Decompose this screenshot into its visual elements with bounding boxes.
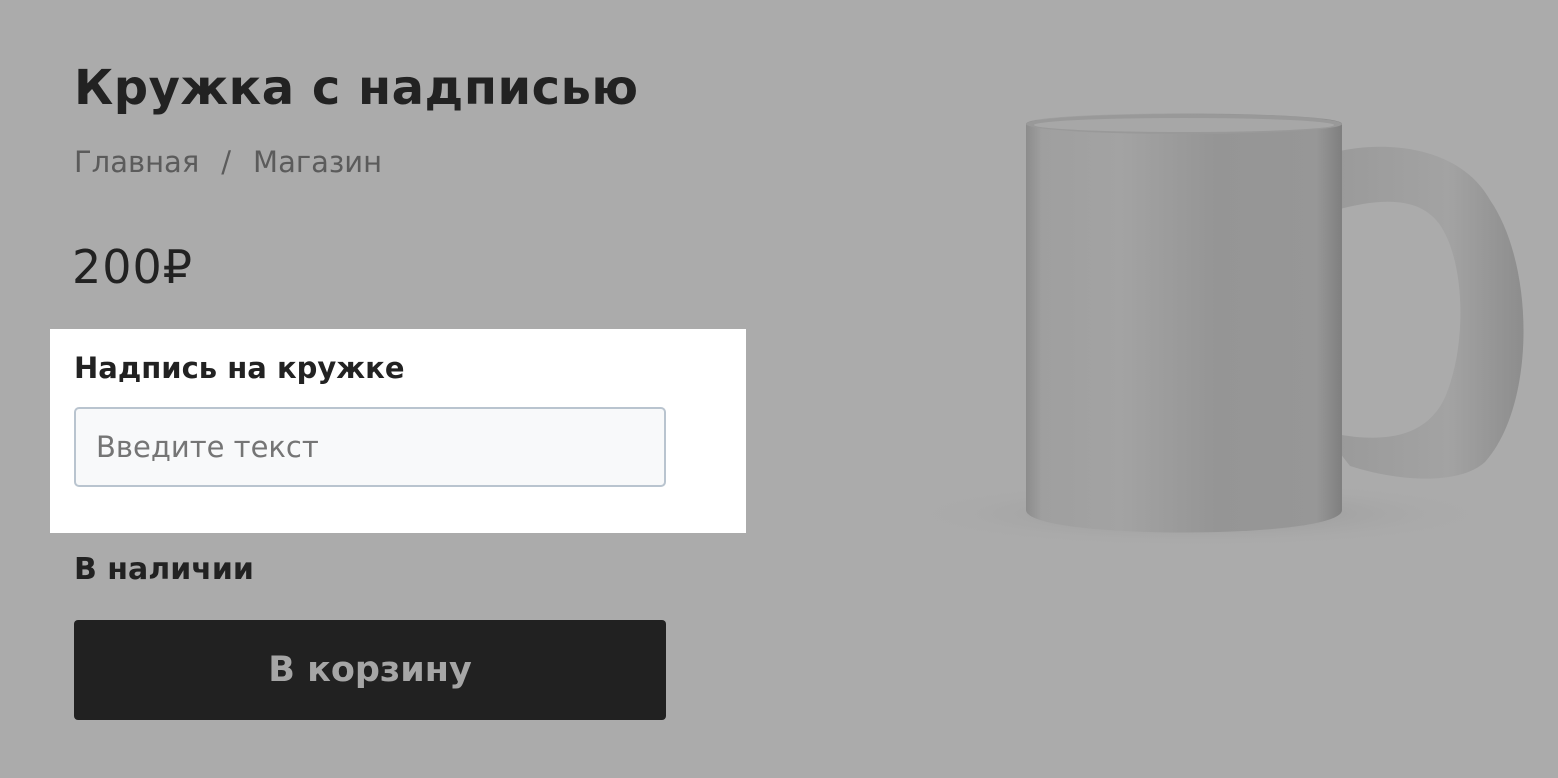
mug-handle <box>1336 146 1524 479</box>
mug-body <box>1026 113 1342 533</box>
breadcrumb-link-shop[interactable]: Магазин <box>253 145 382 179</box>
mug-image <box>900 113 1524 548</box>
breadcrumb-separator: / <box>221 145 232 179</box>
product-price: 200₽ <box>72 240 194 294</box>
inscription-option-panel: Надпись на кружке <box>50 329 746 533</box>
inscription-label: Надпись на кружке <box>74 351 405 385</box>
breadcrumb-link-home[interactable]: Главная <box>74 145 199 179</box>
mug-rim-inner <box>1034 118 1334 132</box>
add-to-cart-button[interactable]: В корзину <box>74 620 666 720</box>
stock-status: В наличии <box>74 552 254 587</box>
breadcrumb: Главная / Магазин <box>74 142 382 182</box>
page-title: Кружка с надписью <box>74 60 639 116</box>
inscription-input[interactable] <box>74 407 666 487</box>
